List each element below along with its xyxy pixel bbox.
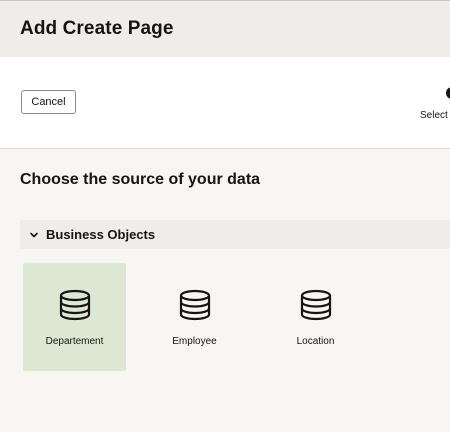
tile-label: Location: [296, 336, 335, 347]
tile-location[interactable]: Location: [264, 263, 367, 371]
chevron-down-icon: [29, 230, 39, 240]
section-title: Choose the source of your data: [20, 171, 261, 188]
step-label: Select: [420, 110, 448, 121]
tile-label: Employee: [172, 336, 217, 347]
page-header: Add Create Page: [0, 0, 450, 57]
business-objects-group-toggle[interactable]: Business Objects: [20, 220, 450, 249]
database-icon: [179, 289, 211, 321]
step-indicator-dot[interactable]: [446, 87, 450, 99]
cancel-button[interactable]: Cancel: [21, 90, 76, 114]
database-icon: [300, 289, 332, 321]
tile-label: Departement: [45, 336, 104, 347]
group-label: Business Objects: [46, 227, 156, 242]
tile-departement[interactable]: Departement: [23, 263, 126, 371]
page-title: Add Create Page: [20, 18, 174, 39]
database-icon: [59, 289, 91, 321]
tile-employee[interactable]: Employee: [143, 263, 246, 371]
wizard-toolbar: Cancel Select: [0, 57, 450, 149]
main-content: Choose the source of your data Business …: [0, 149, 450, 432]
